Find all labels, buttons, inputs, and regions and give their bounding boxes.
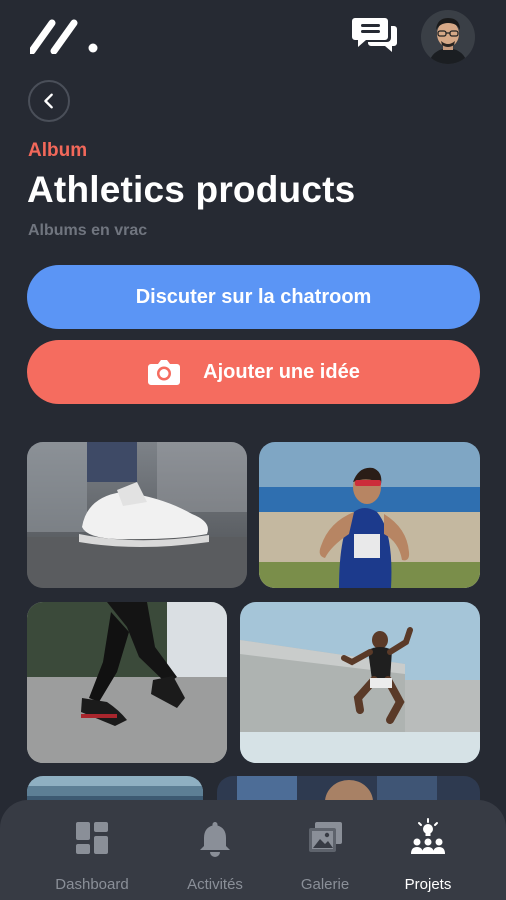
nav-label-projets: Projets	[404, 876, 452, 893]
runner-woman-photo	[259, 442, 480, 588]
team-idea-icon	[411, 818, 445, 854]
avatar-image	[421, 10, 475, 64]
dashboard-grid-icon	[76, 822, 108, 854]
gallery-photo[interactable]	[27, 442, 247, 588]
jumping-athlete-photo	[240, 602, 480, 763]
nav-item-galerie[interactable]: Galerie	[270, 818, 380, 898]
nav-item-dashboard[interactable]: Dashboard	[37, 818, 147, 898]
bell-icon	[200, 822, 230, 857]
page-title: Athletics products	[27, 169, 356, 210]
nav-item-projets[interactable]: Projets	[373, 818, 483, 898]
sneakers-photo	[27, 442, 247, 588]
gallery-photo[interactable]	[27, 602, 227, 763]
chevron-left-icon	[44, 93, 53, 109]
nav-label-activites: Activités	[187, 876, 243, 893]
brand-logo[interactable]	[28, 18, 100, 55]
nav-label-dashboard: Dashboard	[55, 876, 129, 893]
page-subtitle: Albums en vrac	[28, 222, 148, 239]
chatroom-button[interactable]: Discuter sur la chatroom	[27, 265, 480, 329]
add-idea-button-label: Ajouter une idée	[203, 360, 360, 383]
brand-slash-logo	[28, 19, 98, 55]
gallery-photo[interactable]	[259, 442, 480, 588]
section-label: Album	[28, 140, 88, 161]
back-button[interactable]	[28, 80, 70, 122]
chat-button[interactable]	[352, 14, 398, 56]
nav-item-activites[interactable]: Activités	[160, 818, 270, 898]
camera-icon	[148, 360, 181, 385]
running-legs-photo	[27, 602, 227, 763]
image-gallery-icon	[309, 822, 342, 852]
nav-label-galerie: Galerie	[300, 876, 350, 893]
user-avatar[interactable]	[421, 10, 475, 64]
chatroom-button-label: Discuter sur la chatroom	[135, 285, 372, 308]
chat-bubbles-icon	[352, 18, 397, 52]
bottom-navigation: Dashboard Activités Galerie Projets	[0, 800, 506, 900]
gallery-photo[interactable]	[240, 602, 480, 763]
add-idea-button[interactable]: Ajouter une idée	[27, 340, 480, 404]
